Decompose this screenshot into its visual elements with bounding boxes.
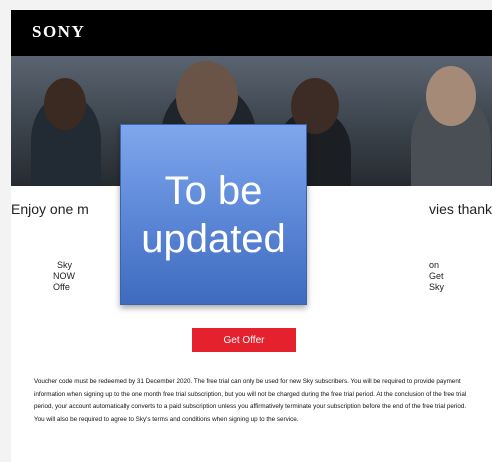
body-fragment: NOW bbox=[53, 271, 75, 281]
headline-left: Enjoy one m bbox=[11, 201, 89, 217]
body-fragment: Get bbox=[429, 271, 444, 281]
header-bar: SONY bbox=[11, 10, 492, 56]
to-be-updated-overlay: To be updated bbox=[120, 124, 307, 305]
email-page: SONY Enjoy one m vies thank Sky on NOW G… bbox=[11, 10, 492, 462]
sony-logo: SONY bbox=[32, 22, 86, 41]
terms-text: Voucher code must be redeemed by 31 Dece… bbox=[34, 378, 467, 423]
body-fragment: Offe bbox=[53, 282, 70, 292]
hero-figure-head bbox=[176, 61, 238, 133]
body-fragment: Sky bbox=[429, 282, 445, 292]
body-fragment: Sky bbox=[57, 260, 73, 270]
get-offer-button[interactable]: Get Offer bbox=[192, 328, 296, 352]
headline-right: vies thank bbox=[428, 201, 492, 217]
body-fragment: on bbox=[429, 260, 440, 270]
hero-figure-head bbox=[44, 78, 86, 130]
overlay-text: To be updated bbox=[141, 168, 286, 261]
hero-figure-head bbox=[426, 66, 476, 126]
